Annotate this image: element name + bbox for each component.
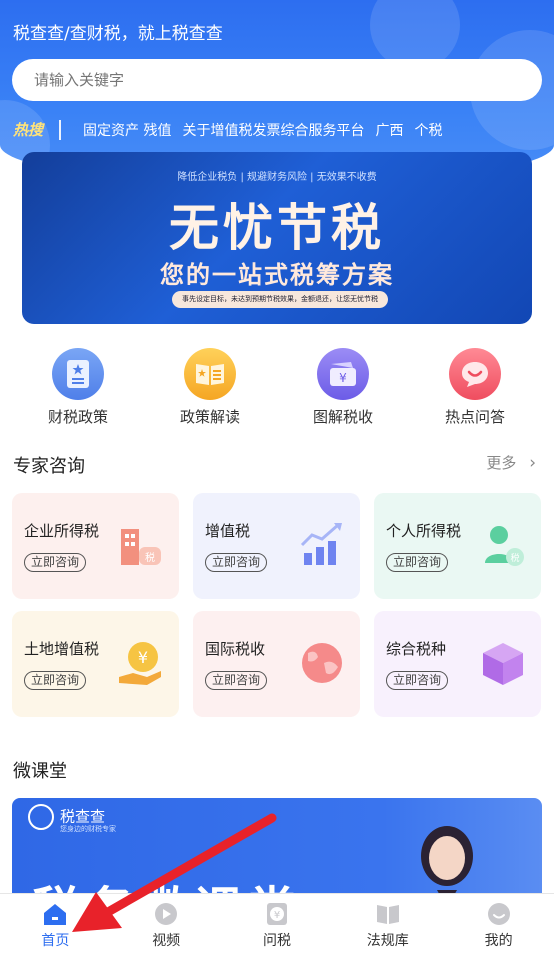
quick-entry-illustrated[interactable]: ¥ 图解税收 (283, 348, 403, 427)
course-banner[interactable]: 税查查 您身边的财税专家 税务微课堂 (12, 798, 542, 908)
globe-icon (298, 639, 346, 687)
course-logo-tagline: 您身边的财税专家 (60, 825, 116, 833)
hot-keyword[interactable]: 个税 (414, 120, 442, 140)
card-title: 综合税种 (386, 640, 447, 658)
tab-label: 问税 (262, 933, 291, 949)
banner-note: 事先设定目标，未达到预期节税效果，金额退还，让您无忧节税 (172, 291, 388, 308)
banner-slogan: 您的一站式税筹方案 (160, 261, 394, 289)
card-title: 土地增值税 (24, 640, 100, 658)
expert-card-international-tax[interactable]: 国际税收 立即咨询 (193, 611, 360, 717)
consult-button[interactable]: 立即咨询 (205, 671, 267, 690)
quick-entry-hot-qa[interactable]: 热点问答 (415, 348, 535, 427)
tab-label: 我的 (484, 933, 513, 949)
more-link[interactable]: 更多 › (486, 452, 536, 473)
divider (59, 119, 62, 140)
hot-search-label: 热搜 (13, 121, 44, 139)
cube-icon (479, 639, 527, 687)
quick-entry-label: 政策解读 (179, 408, 240, 426)
quick-entry-label: 财税政策 (47, 408, 108, 426)
svg-text:税: 税 (145, 551, 155, 564)
chevron-right-icon: › (529, 453, 536, 473)
person-icon: 税 (479, 521, 527, 569)
section-title-expert: 专家咨询 (13, 456, 85, 477)
svg-text:¥: ¥ (339, 371, 347, 385)
section-title-course: 微课堂 (13, 761, 67, 782)
book-icon (184, 348, 236, 400)
search-input[interactable] (32, 70, 516, 90)
tab-home[interactable]: 首页 (0, 894, 111, 955)
banner-headline: 无忧节税 (169, 199, 385, 257)
building-icon: 税 (117, 521, 165, 569)
quick-entry-label: 热点问答 (444, 408, 505, 426)
quick-entry-interpretation[interactable]: 政策解读 (150, 348, 270, 427)
quick-entry-label: 图解税收 (312, 408, 373, 426)
bottom-tab-bar: 首页 视频 ¥ 问税 法规库 我的 (0, 893, 554, 955)
svg-text:¥: ¥ (274, 910, 280, 921)
expert-card-land-vat[interactable]: 土地增值税 立即咨询 ¥ (12, 611, 179, 717)
app-title: 税查查/查财税，就上税查查 (13, 24, 223, 44)
consult-button[interactable]: 立即咨询 (24, 671, 86, 690)
hot-keyword[interactable]: 广西 (375, 120, 403, 140)
hot-keyword[interactable]: 关于增值税发票综合服务平台 (182, 120, 364, 140)
law-book-icon (375, 902, 401, 926)
wallet-icon: ¥ (317, 348, 369, 400)
document-icon (52, 348, 104, 400)
promo-banner[interactable]: 降低企业税负 | 规避财务风险 | 无效果不收费 无忧节税 您的一站式税筹方案 … (22, 152, 532, 324)
quick-entry-policy[interactable]: 财税政策 (18, 348, 138, 427)
tab-label: 首页 (41, 933, 70, 949)
consult-button[interactable]: 立即咨询 (24, 553, 86, 572)
yen-icon: ¥ (264, 902, 290, 926)
expert-card-comprehensive[interactable]: 综合税种 立即咨询 (374, 611, 541, 717)
bar-chart-icon (298, 521, 346, 569)
search-bar[interactable] (12, 59, 542, 101)
tab-video[interactable]: 视频 (111, 894, 222, 955)
banner-subtitle: 降低企业税负 | 规避财务风险 | 无效果不收费 (177, 172, 377, 183)
tab-label: 法规库 (366, 933, 409, 949)
consult-button[interactable]: 立即咨询 (386, 553, 448, 572)
course-logo-text: 税查查 (60, 807, 106, 826)
card-title: 个人所得税 (386, 522, 462, 540)
expert-card-vat[interactable]: 增值税 立即咨询 (193, 493, 360, 599)
hot-search-bar: 热搜 固定资产 残值 关于增值税发票综合服务平台 广西 个税 (13, 119, 453, 140)
tab-ask-tax[interactable]: ¥ 问税 (222, 894, 333, 955)
tab-label: 视频 (152, 933, 181, 949)
hot-keyword[interactable]: 固定资产 残值 (83, 120, 171, 140)
card-title: 增值税 (205, 522, 251, 540)
logo-icon (28, 804, 54, 830)
card-title: 国际税收 (205, 640, 266, 658)
expert-card-corporate-tax[interactable]: 企业所得税 立即咨询 税 (12, 493, 179, 599)
more-label: 更多 (486, 454, 517, 472)
consult-button[interactable]: 立即咨询 (386, 671, 448, 690)
svg-text:¥: ¥ (138, 648, 148, 667)
coin-hand-icon: ¥ (117, 639, 165, 687)
quick-entry-grid: 财税政策 政策解读 ¥ 图解税收 热点问答 (0, 348, 554, 428)
consult-button[interactable]: 立即咨询 (205, 553, 267, 572)
expert-card-personal-tax[interactable]: 个人所得税 立即咨询 税 (374, 493, 541, 599)
video-icon (153, 902, 179, 926)
home-icon (42, 902, 68, 926)
profile-icon (486, 902, 512, 926)
tab-law-library[interactable]: 法规库 (332, 894, 443, 955)
svg-text:税: 税 (510, 552, 519, 564)
chat-icon (449, 348, 501, 400)
card-title: 企业所得税 (24, 522, 100, 540)
tab-profile[interactable]: 我的 (443, 894, 554, 955)
